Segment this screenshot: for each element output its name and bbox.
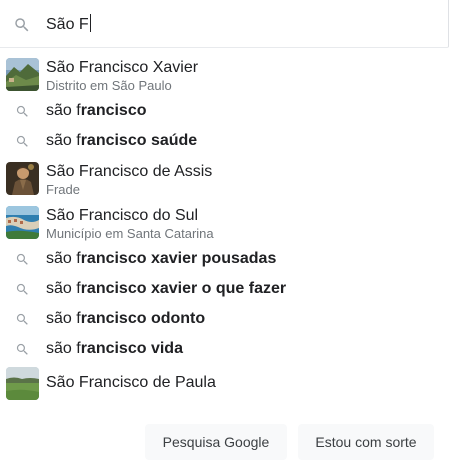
search-box[interactable]: São F	[0, 0, 449, 48]
suggestion-item[interactable]: são francisco xavier pousadas	[0, 244, 450, 274]
search-icon	[16, 313, 28, 325]
query-prefix: são f	[46, 310, 81, 327]
suggestion-item[interactable]: são francisco xavier o que fazer	[0, 274, 450, 304]
text-caret	[89, 14, 91, 32]
search-icon	[16, 135, 28, 147]
search-icon	[15, 18, 29, 32]
suggestion-item[interactable]: São Francisco Xavier Distrito em São Pau…	[0, 52, 450, 96]
search-icon	[16, 105, 28, 117]
suggestion-subtitle: Distrito em São Paulo	[46, 78, 172, 93]
search-icon	[16, 283, 28, 295]
suggestion-title: São Francisco de Assis	[46, 163, 213, 180]
suggestion-title: São Francisco do Sul	[46, 207, 199, 224]
query-prefix: são f	[46, 102, 81, 119]
suggestion-item[interactable]: são francisco vida	[0, 334, 450, 364]
search-input[interactable]: São F	[46, 14, 91, 35]
search-icon	[16, 253, 28, 265]
query-completion: rancisco vida	[80, 340, 183, 357]
suggestion-query: são francisco	[46, 101, 147, 121]
query-prefix: são f	[46, 132, 81, 149]
query-completion: rancisco xavier pousadas	[80, 250, 277, 267]
suggestion-query: são francisco vida	[46, 339, 183, 359]
query-prefix: são f	[46, 340, 81, 357]
coastal-city-thumbnail	[6, 206, 39, 239]
suggestion-title: São Francisco de Paula	[46, 374, 216, 391]
suggestion-query: são francisco saúde	[46, 131, 197, 151]
green-field-thumbnail	[6, 367, 39, 400]
query-completion: rancisco xavier o que fazer	[80, 280, 287, 297]
saint-painting-thumbnail	[6, 162, 39, 195]
suggestion-subtitle: Município em Santa Catarina	[46, 226, 214, 241]
suggestion-title: São Francisco Xavier	[46, 59, 199, 76]
search-icon	[16, 343, 28, 355]
suggestion-query: são francisco xavier o que fazer	[46, 279, 286, 299]
suggestion-item[interactable]: São Francisco de Assis Frade	[0, 156, 450, 200]
search-buttons: Pesquisa Google Estou com sorte	[0, 424, 450, 460]
suggestion-item[interactable]: são francisco saúde	[0, 126, 450, 156]
suggestion-item[interactable]: São Francisco do Sul Município em Santa …	[0, 200, 450, 244]
suggestion-item[interactable]: são francisco	[0, 96, 450, 126]
mountain-landscape-thumbnail	[6, 58, 39, 91]
feeling-lucky-button[interactable]: Estou com sorte	[298, 424, 434, 460]
query-prefix: são f	[46, 250, 81, 267]
query-completion: rancisco odonto	[80, 310, 206, 327]
suggestion-subtitle: Frade	[46, 182, 80, 197]
query-completion: rancisco	[80, 102, 147, 119]
query-completion: rancisco saúde	[80, 132, 198, 149]
google-search-button[interactable]: Pesquisa Google	[145, 424, 287, 460]
query-prefix: são f	[46, 280, 81, 297]
suggestion-item[interactable]: São Francisco de Paula	[0, 364, 450, 402]
suggestion-query: são francisco xavier pousadas	[46, 249, 276, 269]
suggestion-query: são francisco odonto	[46, 309, 205, 329]
search-input-text: São F	[46, 16, 89, 33]
suggestions-list: São Francisco Xavier Distrito em São Pau…	[0, 52, 450, 402]
suggestion-item[interactable]: são francisco odonto	[0, 304, 450, 334]
